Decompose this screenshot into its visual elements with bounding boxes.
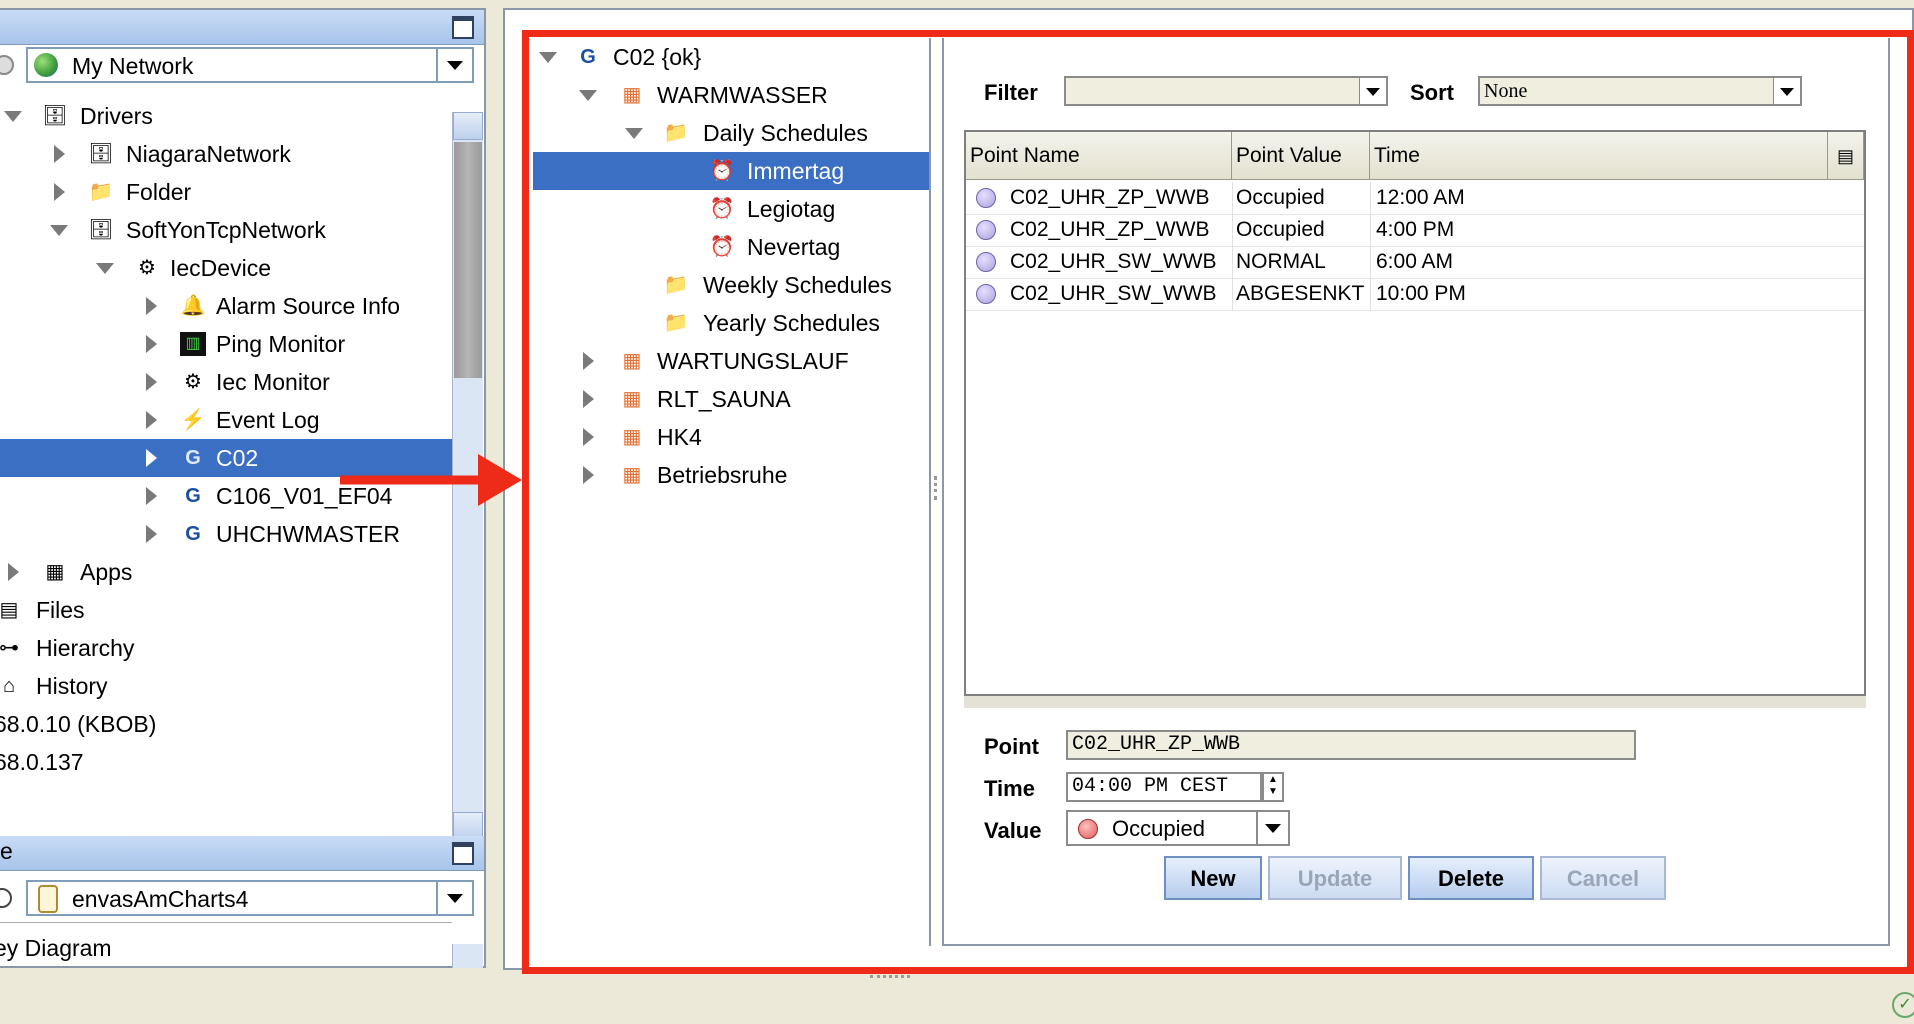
nav-item-label: SoftYonTcpNetwork bbox=[126, 217, 326, 243]
nav-item-label: History bbox=[36, 673, 108, 699]
nav-item-label: Iec Monitor bbox=[216, 369, 330, 395]
palette-combo-value: envasAmCharts4 bbox=[72, 886, 249, 912]
collapse-icon[interactable] bbox=[146, 373, 157, 391]
nav-item-label: Drivers bbox=[80, 103, 153, 129]
palette-combo[interactable]: envasAmCharts4 bbox=[26, 880, 474, 916]
nav-item-hierarchy[interactable]: ⊶ Hierarchy bbox=[0, 629, 452, 667]
device-icon: ⚙ bbox=[138, 257, 156, 279]
nav-item-label: Folder bbox=[126, 179, 192, 205]
palette-panel-header: e bbox=[0, 836, 484, 871]
jar-icon bbox=[38, 885, 58, 913]
network-icon: 🗄 bbox=[88, 143, 114, 165]
nav-item-label: Files bbox=[36, 597, 85, 623]
annotation-arrow-icon bbox=[340, 454, 522, 506]
chevron-down-icon[interactable] bbox=[436, 49, 472, 81]
palette-scrollbar[interactable] bbox=[452, 944, 483, 968]
collapse-icon[interactable] bbox=[54, 145, 65, 163]
nav-item-station-kbob[interactable]: 68.0.10 (KBOB) bbox=[0, 705, 452, 743]
nav-item-uhchwmaster[interactable]: G UHCHWMASTER bbox=[0, 515, 452, 553]
collapse-icon[interactable] bbox=[146, 297, 157, 315]
expand-icon[interactable] bbox=[50, 225, 68, 236]
expand-icon[interactable] bbox=[4, 111, 22, 122]
hierarchy-icon: ⊶ bbox=[0, 637, 19, 659]
refresh-icon[interactable] bbox=[0, 55, 14, 75]
highlight-frame bbox=[522, 30, 1914, 974]
scrollbar-thumb[interactable] bbox=[454, 142, 482, 378]
collapse-icon[interactable] bbox=[146, 335, 157, 353]
globe-icon bbox=[34, 53, 58, 77]
nav-item-drivers[interactable]: 🗄 Drivers bbox=[0, 97, 452, 135]
drivers-icon: 🗄 bbox=[42, 105, 68, 127]
nav-item-niagaranetwork[interactable]: 🗄 NiagaraNetwork bbox=[0, 135, 452, 173]
bell-icon: 🔔 bbox=[180, 295, 206, 317]
maximize-icon[interactable] bbox=[452, 16, 474, 39]
network-combo-value: My Network bbox=[72, 53, 194, 79]
nav-item-apps[interactable]: ▦ Apps bbox=[0, 553, 452, 591]
collapse-icon[interactable] bbox=[146, 487, 157, 505]
nav-item-history[interactable]: ⌂ History bbox=[0, 667, 452, 705]
nav-item-event-log[interactable]: ⚡ Event Log bbox=[0, 401, 452, 439]
nav-item-label: Event Log bbox=[216, 407, 320, 433]
network-combo[interactable]: My Network bbox=[26, 47, 474, 83]
nav-item-label: Hierarchy bbox=[36, 635, 135, 661]
bacnet-device-icon: G bbox=[185, 447, 201, 469]
nav-item-station-137[interactable]: 68.0.137 bbox=[0, 743, 452, 781]
bacnet-device-icon: G bbox=[185, 485, 201, 507]
history-icon: ⌂ bbox=[2, 675, 16, 697]
expand-icon[interactable] bbox=[96, 263, 114, 274]
folder-icon: 📁 bbox=[88, 181, 114, 203]
collapse-icon[interactable] bbox=[54, 183, 65, 201]
chevron-down-icon[interactable] bbox=[436, 882, 472, 914]
nav-item-label: NiagaraNetwork bbox=[126, 141, 291, 167]
network-icon: 🗄 bbox=[88, 219, 114, 241]
nav-item-files[interactable]: ▤ Files bbox=[0, 591, 452, 629]
bottom-splitter[interactable] bbox=[870, 975, 910, 984]
nav-item-alarm-source-info[interactable]: 🔔 Alarm Source Info bbox=[0, 287, 452, 325]
scroll-up-icon[interactable] bbox=[453, 112, 483, 140]
collapse-icon[interactable] bbox=[8, 563, 19, 581]
palette-item[interactable]: ey Diagram bbox=[0, 935, 112, 962]
nav-item-label: Apps bbox=[80, 559, 133, 585]
event-log-icon: ⚡ bbox=[180, 409, 206, 431]
nav-item-label: 68.0.10 (KBOB) bbox=[0, 711, 157, 737]
bacnet-device-icon: G bbox=[185, 523, 201, 545]
status-ok-icon: ✓ bbox=[1892, 992, 1914, 1018]
nav-item-softyontcpnetwork[interactable]: 🗄 SoftYonTcpNetwork bbox=[0, 211, 452, 249]
nav-item-label: C02 bbox=[216, 445, 259, 471]
nav-item-label: 68.0.137 bbox=[0, 749, 84, 775]
gear-icon: ⚙ bbox=[184, 371, 202, 393]
collapse-icon[interactable] bbox=[146, 449, 157, 467]
nav-item-label: Alarm Source Info bbox=[216, 293, 401, 319]
palette-panel-title: e bbox=[0, 838, 13, 864]
files-icon: ▤ bbox=[0, 599, 19, 621]
nav-item-ping-monitor[interactable]: ▥ Ping Monitor bbox=[0, 325, 452, 363]
nav-item-label: Ping Monitor bbox=[216, 331, 346, 357]
nav-item-iecdevice[interactable]: ⚙ IecDevice bbox=[0, 249, 452, 287]
monitor-chart-icon: ▥ bbox=[180, 332, 206, 356]
apps-icon: ▦ bbox=[45, 561, 65, 583]
nav-panel-header bbox=[0, 10, 484, 45]
nav-item-label: UHCHWMASTER bbox=[216, 521, 400, 547]
search-icon[interactable] bbox=[0, 888, 12, 908]
palette-list: ey Diagram bbox=[0, 922, 452, 963]
collapse-icon[interactable] bbox=[146, 525, 157, 543]
nav-item-label: IecDevice bbox=[170, 255, 271, 281]
maximize-icon[interactable] bbox=[452, 842, 474, 865]
nav-item-folder[interactable]: 📁 Folder bbox=[0, 173, 452, 211]
collapse-icon[interactable] bbox=[146, 411, 157, 429]
nav-item-iec-monitor[interactable]: ⚙ Iec Monitor bbox=[0, 363, 452, 401]
